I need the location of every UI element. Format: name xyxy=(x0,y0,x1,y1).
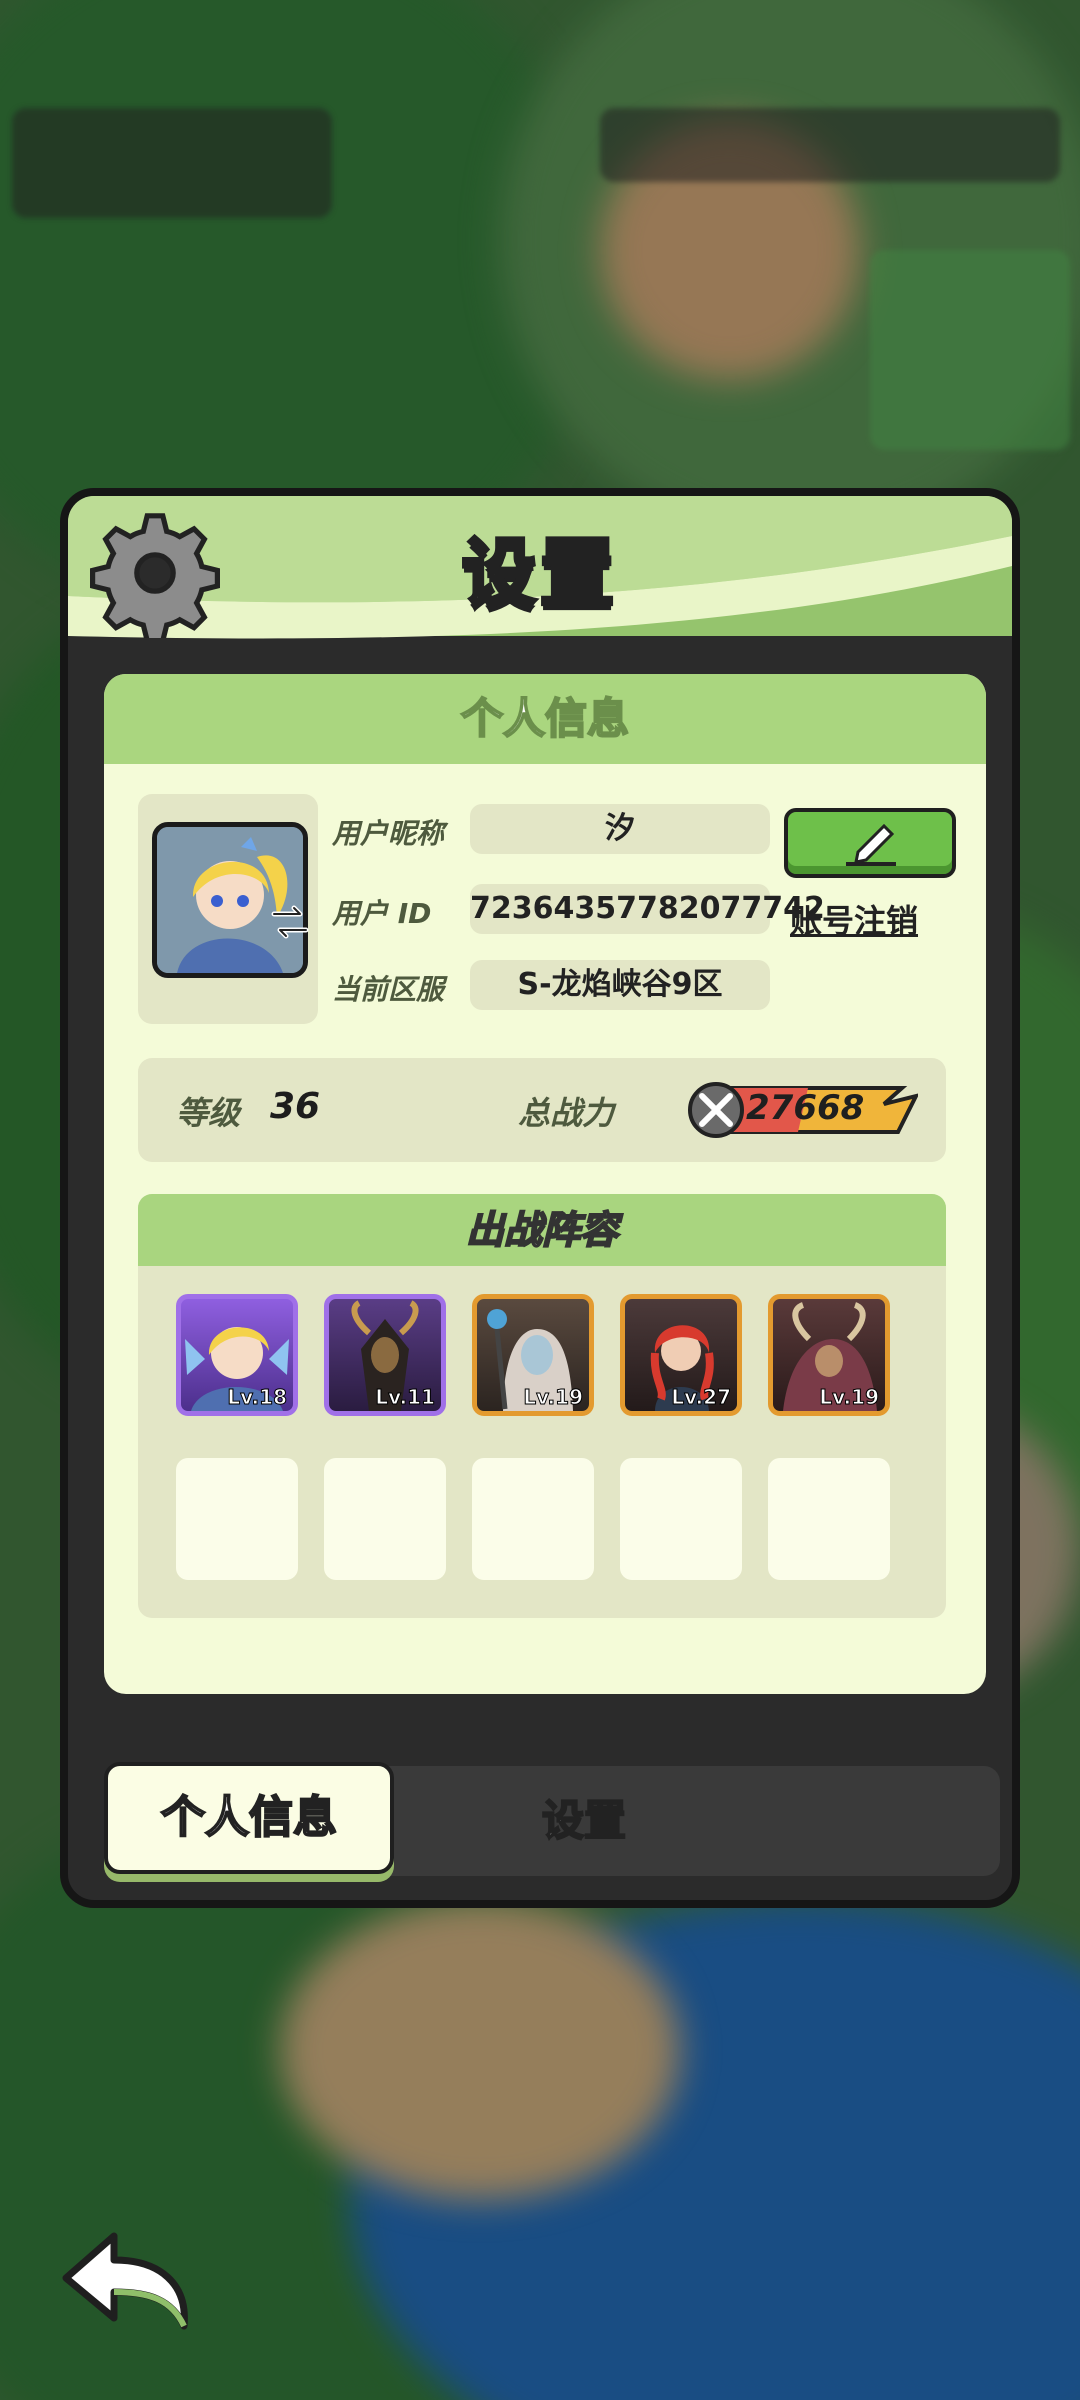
edit-nickname-button[interactable] xyxy=(784,808,956,878)
tab-personal-info[interactable]: 个人信息 xyxy=(104,1762,394,1874)
swap-arrows-icon[interactable] xyxy=(268,900,312,944)
power-label: 总战力 xyxy=(518,1094,615,1132)
stats-bar: 等级 36 总战力 27668 xyxy=(138,1058,946,1162)
hero-level: Lv.19 xyxy=(523,1385,584,1410)
hero-slot-5[interactable]: Lv.19 xyxy=(768,1294,890,1416)
settings-modal: 设置 个人信息 用户昵称 汐 用户 ID 72364357782077742 账… xyxy=(60,488,1020,1908)
hero-level: Lv.27 xyxy=(671,1385,732,1410)
cancel-account-link[interactable]: 账号注销 xyxy=(790,896,918,942)
personal-info-card: 个人信息 用户昵称 汐 用户 ID 72364357782077742 账号注销… xyxy=(104,674,986,1694)
battle-lineup: 出战阵容 Lv.18 Lv.11 Lv.19 Lv.27 Lv.19 xyxy=(138,1194,946,1618)
nickname-value: 汐 xyxy=(470,804,770,854)
hero-slot-1[interactable]: Lv.18 xyxy=(176,1294,298,1416)
hero-slot-2[interactable]: Lv.11 xyxy=(324,1294,446,1416)
user-id-label: 用户 ID xyxy=(332,897,432,930)
crossed-swords-icon xyxy=(688,1082,744,1138)
power-value: 27668 xyxy=(746,1088,865,1128)
tab-settings[interactable]: 设置 xyxy=(504,1766,664,1876)
empty-hero-slot[interactable] xyxy=(176,1458,298,1580)
nickname-label: 用户昵称 xyxy=(332,817,445,850)
level-label: 等级 xyxy=(176,1094,241,1132)
empty-hero-slot[interactable] xyxy=(324,1458,446,1580)
user-id-value[interactable]: 72364357782077742 xyxy=(470,884,825,934)
empty-hero-slot[interactable] xyxy=(472,1458,594,1580)
server-label: 当前区服 xyxy=(332,973,445,1006)
back-arrow-icon[interactable] xyxy=(56,2226,196,2336)
level-value: 36 xyxy=(270,1086,321,1127)
server-value: S-龙焰峡谷9区 xyxy=(470,960,770,1010)
personal-info-heading: 个人信息 xyxy=(104,674,986,764)
hero-level: Lv.19 xyxy=(819,1385,880,1410)
hero-level: Lv.11 xyxy=(375,1385,436,1410)
modal-tab-bar: 个人信息 设置 xyxy=(104,1762,1000,1876)
hero-slot-4[interactable]: Lv.27 xyxy=(620,1294,742,1416)
empty-hero-slot[interactable] xyxy=(768,1458,890,1580)
empty-hero-slot[interactable] xyxy=(620,1458,742,1580)
pencil-icon xyxy=(846,823,896,866)
hero-slot-3[interactable]: Lv.19 xyxy=(472,1294,594,1416)
avatar-container xyxy=(138,794,318,1024)
lineup-heading: 出战阵容 xyxy=(138,1194,946,1266)
hero-level: Lv.18 xyxy=(227,1385,288,1410)
gear-icon xyxy=(90,513,220,638)
